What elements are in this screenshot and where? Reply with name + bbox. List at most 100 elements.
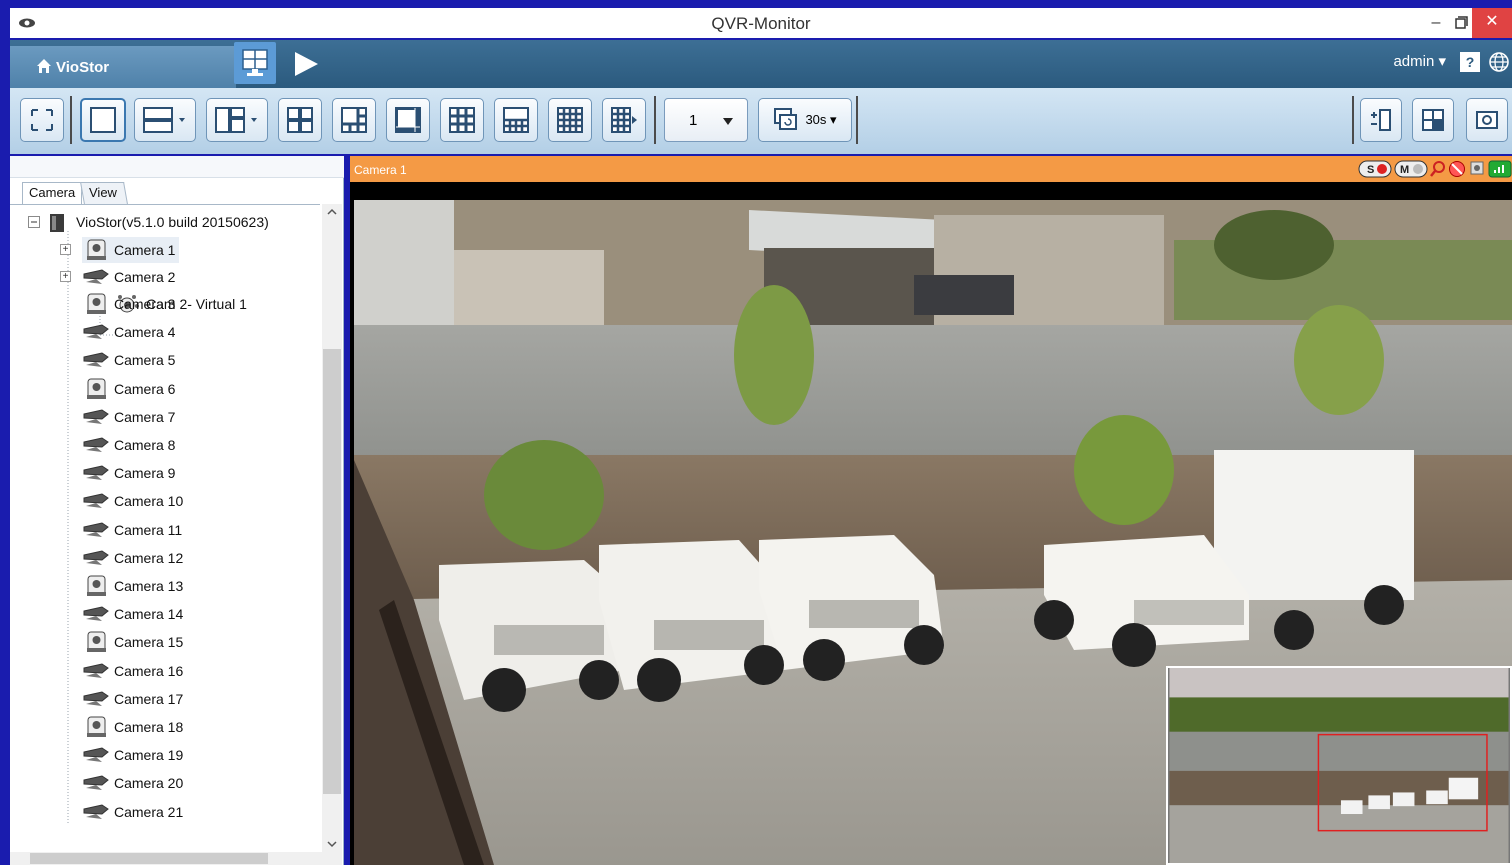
tree-item-camera[interactable]: Camera 18 [82,714,183,740]
help-button[interactable]: ? [1460,52,1480,72]
playback-button[interactable] [292,50,320,78]
tree-item-label: Camera 16 [114,662,184,679]
ptz-camera-icon [82,575,110,597]
tree-item-label: Camera 13 [114,578,184,594]
tree-item-camera[interactable]: Camera 13 [82,573,183,599]
collapse-icon [28,216,40,228]
layout-4x4-button[interactable] [548,98,592,142]
tree-item-camera[interactable]: + Camera 2 [60,264,175,290]
sequence-button[interactable]: 30s ▾ [758,98,852,142]
bullet-camera-icon [82,801,110,823]
restore-button[interactable] [1450,11,1472,35]
grid-settings-icon [1422,109,1444,131]
tree-root[interactable]: VioStor(v5.1.0 build 20150623) [28,209,269,235]
ptz-camera-icon [82,293,110,315]
layout-2x2-button[interactable] [278,98,322,142]
tree-item-camera[interactable]: Camera 15 [82,629,183,655]
vertical-scroll-thumb[interactable] [323,349,341,794]
tree-item-label: Camera 1 [114,242,176,258]
tree-item-label: Camera 20 [114,775,184,792]
tree-item-label: Camera 7 [114,408,176,425]
tab-view-label: View [89,185,117,200]
sidebar-horizontal-scrollbar[interactable] [10,852,342,865]
motion-detection-letter: M [1400,164,1409,176]
tree-item-camera[interactable]: Camera 8 [82,432,175,458]
layout-more-button[interactable] [602,98,646,142]
snapshot-button[interactable] [1466,98,1508,142]
bullet-camera-icon [82,519,110,541]
bullet-camera-icon [82,434,110,456]
layout-split-dropdown[interactable] [134,98,196,142]
grid-1plus7-icon [395,107,421,133]
user-menu[interactable]: admin ▾ [1393,52,1446,70]
split-layout-icon [143,107,185,133]
picture-in-picture-overview[interactable] [1166,666,1512,865]
nvr-server-icon [50,214,64,232]
page-select[interactable]: 1 [664,98,748,142]
tree-item-camera[interactable]: Camera 16 [82,658,183,684]
bullet-camera-icon [82,321,110,343]
window-title: QVR-Monitor [711,14,811,33]
tree-item-label: Camera 6 [114,380,176,397]
expand-icon[interactable]: + [60,244,71,255]
zoom-icon[interactable] [1430,160,1446,178]
tree-item-camera[interactable]: Camera 7 [82,404,175,430]
fullscreen-button[interactable] [20,98,64,142]
camera-tree: VioStor(v5.1.0 build 20150623) + Camera 1… [10,204,320,852]
live-view-button[interactable] [234,42,276,84]
tree-item-camera[interactable]: Camera 14 [82,601,183,627]
horizontal-scroll-thumb[interactable] [30,853,268,864]
tab-camera[interactable]: Camera [22,182,83,204]
home-tab[interactable]: VioStor [10,46,236,88]
grid-2x2-icon [287,107,313,133]
tree-item-camera[interactable]: Camera 10 [82,488,183,514]
grid-1plus5-icon [341,107,367,133]
tree-item-camera[interactable]: Camera 6 [82,376,175,402]
layout-1plus7-button[interactable] [386,98,430,142]
single-view-icon [90,107,116,133]
tree-item-camera[interactable]: Camera 20 [82,770,183,796]
close-button[interactable]: ✕ [1472,8,1512,38]
tree-item-camera[interactable]: Camera 11 [82,517,182,543]
grid-4x4-icon [557,107,583,133]
layout-1x1-button[interactable] [80,98,126,142]
tree-item-label: Camera 5 [114,352,176,369]
layout-1plus5-button[interactable] [332,98,376,142]
tree-item-camera[interactable]: Camera 12 [82,545,183,571]
layout-3x3-button[interactable] [440,98,484,142]
schedule-recording-icon[interactable]: S [1358,160,1392,178]
sidebar-header [10,156,344,178]
tree-item-camera[interactable]: Camera 5 [82,347,175,373]
tree-item-camera[interactable]: Camera 4 [82,319,175,345]
signal-strength-icon [1488,160,1512,178]
tree-item-camera[interactable]: Camera 3 [82,291,175,317]
tree-item-label: Camera 14 [114,606,184,623]
multi-layout-icon [215,107,257,133]
sequence-interval: 30s ▾ [805,112,837,127]
tree-item-camera[interactable]: + Camera 1 [60,237,180,263]
grid-more-icon [611,107,637,133]
tree-item-camera[interactable]: Camera 21 [82,799,183,825]
bullet-camera-icon [82,660,110,682]
minimize-button[interactable]: – [1424,11,1448,35]
view-settings-button[interactable] [1412,98,1454,142]
tree-item-camera[interactable]: Camera 19 [82,742,183,768]
layout-1plus12-button[interactable] [494,98,538,142]
keep-aspect-button[interactable] [1360,98,1402,142]
tab-view[interactable]: View [80,182,128,204]
schedule-recording-letter: S [1367,164,1374,176]
page-select-value: 1 [689,112,698,129]
ptz-icon[interactable] [1468,160,1486,178]
tree-item-camera[interactable]: Camera 17 [82,686,183,712]
tree-item-camera[interactable]: Camera 9 [82,460,175,486]
expand-icon[interactable]: + [60,271,71,282]
camera-header: Camera 1 S M [350,156,1512,182]
home-label: VioStor [56,59,110,76]
motion-detection-icon[interactable]: M [1394,160,1428,178]
sidebar-vertical-scrollbar[interactable] [322,204,342,852]
tree-root-label: VioStor(v5.1.0 build 20150623) [76,214,269,230]
globe-icon[interactable] [1488,51,1510,73]
mute-icon[interactable] [1448,160,1466,178]
layout-1plus3-dropdown[interactable] [206,98,268,142]
bullet-camera-icon [82,688,110,710]
